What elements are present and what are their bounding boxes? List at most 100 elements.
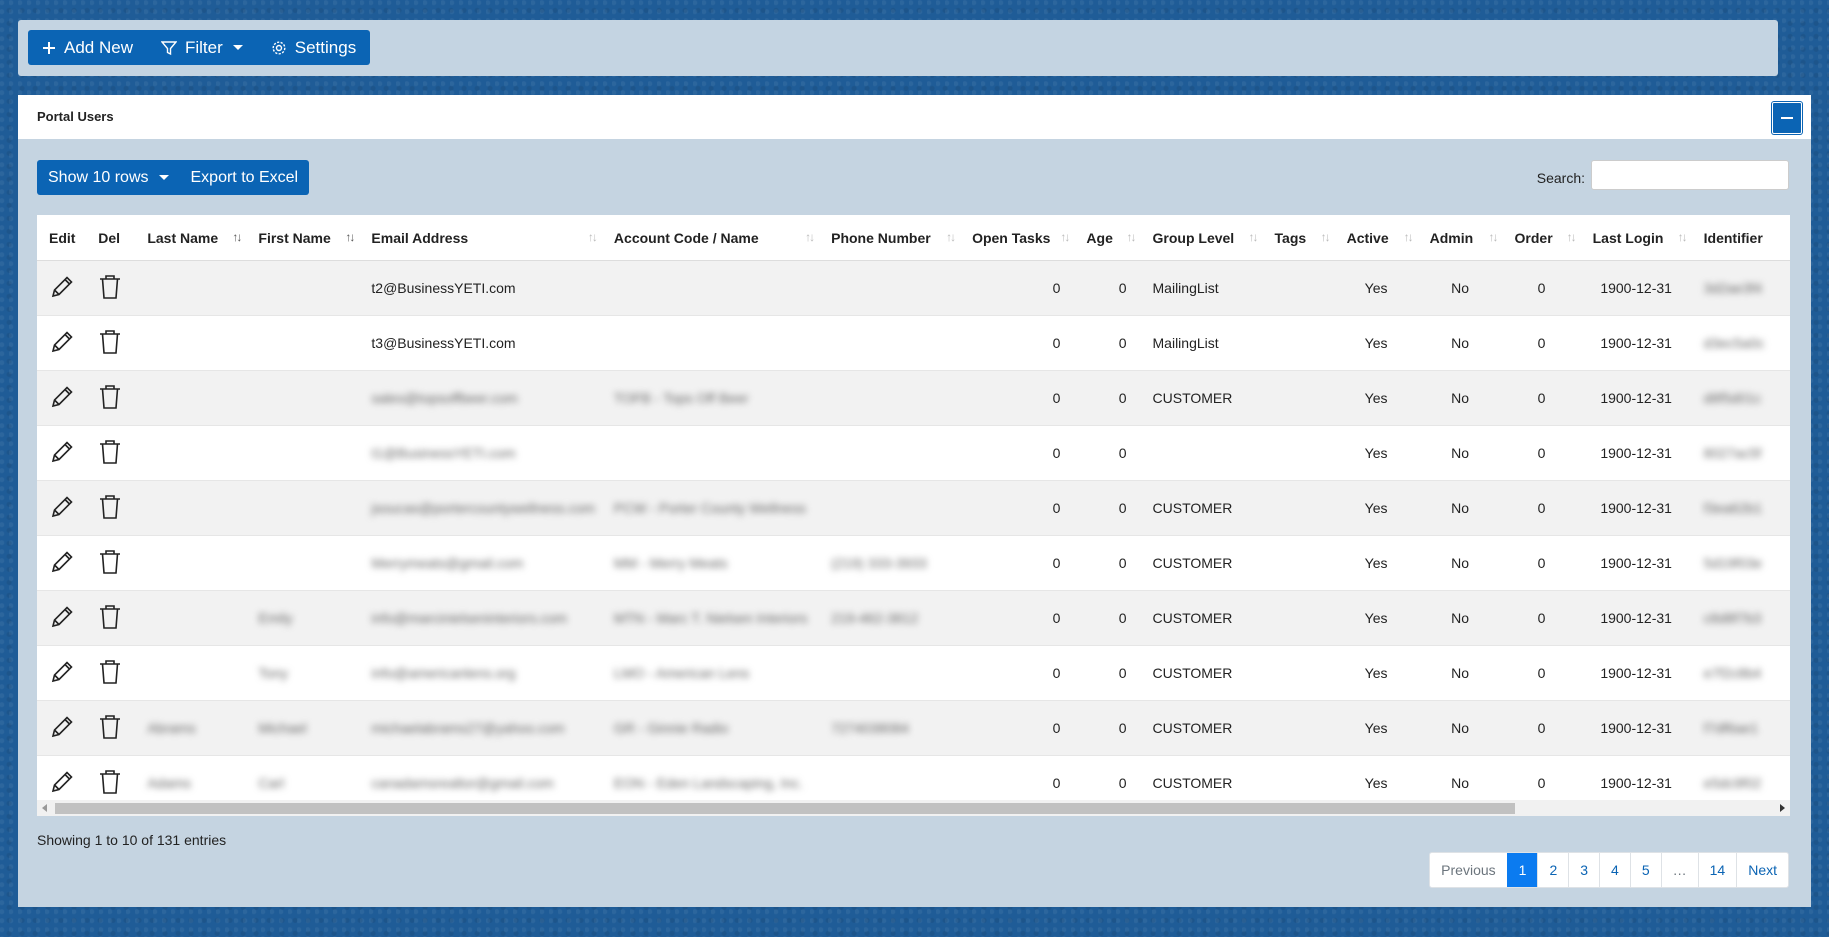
order-value: 0 bbox=[1537, 280, 1546, 296]
cell-first bbox=[246, 535, 360, 591]
email-value: michaelabrams27@yahoo.com bbox=[371, 720, 565, 736]
edit-pencil-icon[interactable] bbox=[49, 604, 75, 633]
cell-email: michaelabrams27@yahoo.com bbox=[359, 700, 602, 756]
cell-account: MM - Merry Meats bbox=[601, 535, 820, 591]
column-header[interactable]: Last Name ↑↓ bbox=[135, 215, 247, 261]
id-value: e5dc9f02 bbox=[1703, 775, 1762, 791]
cell-tags bbox=[1262, 315, 1335, 371]
edit-pencil-icon[interactable] bbox=[49, 384, 75, 413]
cell-age: 0 bbox=[1074, 645, 1141, 701]
cell-account: LMO - American Lens bbox=[601, 645, 820, 701]
cell-email: jsoucas@portercountywellness.com bbox=[359, 480, 602, 536]
column-header[interactable]: Identifier bbox=[1691, 215, 1790, 261]
previous-page-button[interactable]: Previous bbox=[1430, 853, 1506, 887]
cell-phone: 7274038084 bbox=[819, 700, 961, 756]
cell-age: 0 bbox=[1074, 535, 1141, 591]
column-header[interactable]: Admin ↑↓ bbox=[1417, 215, 1503, 261]
column-header-label: Last Name bbox=[147, 229, 219, 246]
scrollbar-thumb[interactable] bbox=[55, 803, 1515, 814]
edit-pencil-icon[interactable] bbox=[49, 329, 75, 358]
phone-value: 7274038084 bbox=[831, 720, 909, 736]
delete-cell bbox=[86, 535, 136, 591]
edit-pencil-icon[interactable] bbox=[49, 494, 75, 523]
cell-first bbox=[246, 425, 360, 481]
horizontal-scrollbar[interactable] bbox=[37, 800, 1790, 816]
trash-icon[interactable] bbox=[98, 494, 122, 523]
column-header-label: Group Level bbox=[1152, 229, 1235, 246]
account-value: GR - Ginnie Radio bbox=[613, 720, 729, 736]
edit-pencil-icon[interactable] bbox=[49, 714, 75, 743]
table-row: Abrams Michael michaelabrams27@yahoo.com GR… bbox=[37, 700, 1790, 756]
group-value: CUSTOMER bbox=[1152, 610, 1233, 626]
column-header[interactable]: Group Level ↑↓ bbox=[1140, 215, 1263, 261]
export-excel-button[interactable]: Export to Excel bbox=[180, 160, 310, 195]
next-page-button[interactable]: Next bbox=[1736, 853, 1788, 887]
caret-down-icon bbox=[232, 45, 243, 50]
page-button[interactable]: 14 bbox=[1697, 853, 1737, 887]
trash-icon[interactable] bbox=[98, 439, 122, 468]
trash-icon[interactable] bbox=[98, 659, 122, 688]
cell-id: f3ea62b1 bbox=[1691, 480, 1790, 536]
trash-icon[interactable] bbox=[98, 604, 122, 633]
cell-tags bbox=[1262, 260, 1335, 316]
trash-icon[interactable] bbox=[98, 329, 122, 358]
login-value: 1900-12-31 bbox=[1600, 390, 1672, 406]
edit-pencil-icon[interactable] bbox=[49, 274, 75, 303]
admin-value: No bbox=[1451, 665, 1470, 681]
cell-first bbox=[246, 370, 360, 426]
column-header[interactable]: Last Login ↑↓ bbox=[1580, 215, 1692, 261]
order-value: 0 bbox=[1537, 610, 1546, 626]
page-button[interactable]: 5 bbox=[1629, 853, 1661, 887]
cell-admin: No bbox=[1417, 315, 1503, 371]
show-rows-button[interactable]: Show 10 rows bbox=[37, 160, 180, 195]
column-header: Edit bbox=[37, 215, 87, 261]
table-row: t2@BusinessYETI.com 0 0 MailingList Yes No 0 19… bbox=[37, 260, 1790, 316]
login-value: 1900-12-31 bbox=[1600, 775, 1672, 791]
cell-admin: No bbox=[1417, 260, 1503, 316]
scroll-left-arrow-icon[interactable] bbox=[42, 804, 47, 812]
add-new-button[interactable]: Add New bbox=[28, 30, 147, 65]
cell-id: f7df6ae1 bbox=[1691, 700, 1790, 756]
trash-icon[interactable] bbox=[98, 549, 122, 578]
column-header[interactable]: Order ↑↓ bbox=[1502, 215, 1581, 261]
edit-pencil-icon[interactable] bbox=[49, 769, 75, 798]
page-button[interactable]: 2 bbox=[1537, 853, 1568, 887]
age-value: 0 bbox=[1118, 445, 1127, 461]
column-header[interactable]: Active ↑↓ bbox=[1334, 215, 1418, 261]
last-value: Adams bbox=[147, 775, 191, 791]
column-header[interactable]: Age ↑↓ bbox=[1074, 215, 1141, 261]
cell-email: Merrymeats@gmail.com bbox=[359, 535, 602, 591]
cell-login: 1900-12-31 bbox=[1580, 370, 1692, 426]
column-header-label: First Name bbox=[258, 229, 331, 246]
page-button[interactable]: 3 bbox=[1568, 853, 1599, 887]
column-header[interactable]: Email Address ↑↓ bbox=[359, 215, 602, 261]
sort-arrows-icon: ↑↓ bbox=[1488, 230, 1499, 244]
login-value: 1900-12-31 bbox=[1600, 720, 1672, 736]
edit-pencil-icon[interactable] bbox=[49, 439, 75, 468]
trash-icon[interactable] bbox=[98, 769, 122, 798]
edit-pencil-icon[interactable] bbox=[49, 659, 75, 688]
filter-button[interactable]: Filter bbox=[147, 30, 257, 65]
cell-login: 1900-12-31 bbox=[1580, 645, 1692, 701]
edit-pencil-icon[interactable] bbox=[49, 549, 75, 578]
column-header[interactable]: Tags ↑↓ bbox=[1262, 215, 1335, 261]
id-value: d8f5d01c bbox=[1703, 390, 1762, 406]
scroll-right-arrow-icon[interactable] bbox=[1780, 804, 1785, 812]
settings-button[interactable]: Settings bbox=[257, 30, 370, 65]
collapse-button[interactable] bbox=[1772, 102, 1802, 134]
account-value: MM - Merry Meats bbox=[613, 555, 728, 571]
trash-icon[interactable] bbox=[98, 274, 122, 303]
trash-icon[interactable] bbox=[98, 384, 122, 413]
cell-admin: No bbox=[1417, 535, 1503, 591]
column-header[interactable]: Phone Number ↑↓ bbox=[819, 215, 961, 261]
cell-phone bbox=[819, 425, 961, 481]
page-button[interactable]: 1 bbox=[1506, 853, 1538, 887]
email-value: jsoucas@portercountywellness.com bbox=[371, 500, 595, 516]
order-value: 0 bbox=[1537, 555, 1546, 571]
column-header[interactable]: First Name ↑↓ bbox=[246, 215, 360, 261]
page-button[interactable]: 4 bbox=[1599, 853, 1630, 887]
column-header[interactable]: Account Code / Name ↑↓ bbox=[601, 215, 820, 261]
search-input[interactable] bbox=[1591, 160, 1789, 190]
column-header[interactable]: Open Tasks ↑↓ bbox=[960, 215, 1075, 261]
trash-icon[interactable] bbox=[98, 714, 122, 743]
